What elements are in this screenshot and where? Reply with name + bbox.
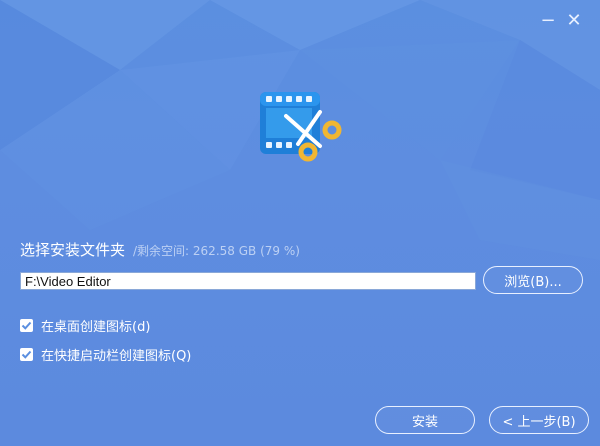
video-editor-scissors-icon <box>258 86 346 170</box>
desktop-shortcut-label: 在桌面创建图标(d) <box>41 319 151 335</box>
checkmark-icon <box>21 321 32 330</box>
background <box>0 0 600 446</box>
quicklaunch-shortcut-checkbox[interactable] <box>20 347 33 361</box>
minimize-button[interactable]: − <box>538 9 558 31</box>
quicklaunch-shortcut-option[interactable]: 在快捷启动栏创建图标(Q) <box>20 345 192 364</box>
background-polygons <box>0 0 600 260</box>
close-button[interactable]: ✕ <box>564 9 584 31</box>
free-space-info: /剩余空间: 262.58 GB (79 %) <box>133 244 300 258</box>
minimize-icon: − <box>540 9 556 31</box>
desktop-shortcut-option[interactable]: 在桌面创建图标(d) <box>20 316 151 335</box>
quicklaunch-shortcut-label: 在快捷启动栏创建图标(Q) <box>41 348 192 364</box>
install-button-label: 安装 <box>411 414 438 430</box>
install-path-input[interactable] <box>20 272 476 290</box>
back-button-label: < 上一步(B) <box>502 414 576 430</box>
install-button[interactable]: 安装 <box>375 406 475 434</box>
browse-button[interactable]: 浏览(B)... <box>483 266 583 294</box>
desktop-shortcut-checkbox[interactable] <box>20 318 33 332</box>
back-button[interactable]: < 上一步(B) <box>489 406 589 434</box>
browse-button-label: 浏览(B)... <box>504 274 562 290</box>
install-folder-title: 选择安装文件夹 <box>20 241 126 259</box>
close-icon: ✕ <box>566 9 582 31</box>
install-folder-header: 选择安装文件夹 /剩余空间: 262.58 GB (79 %) <box>20 239 300 261</box>
checkmark-icon <box>21 350 32 359</box>
